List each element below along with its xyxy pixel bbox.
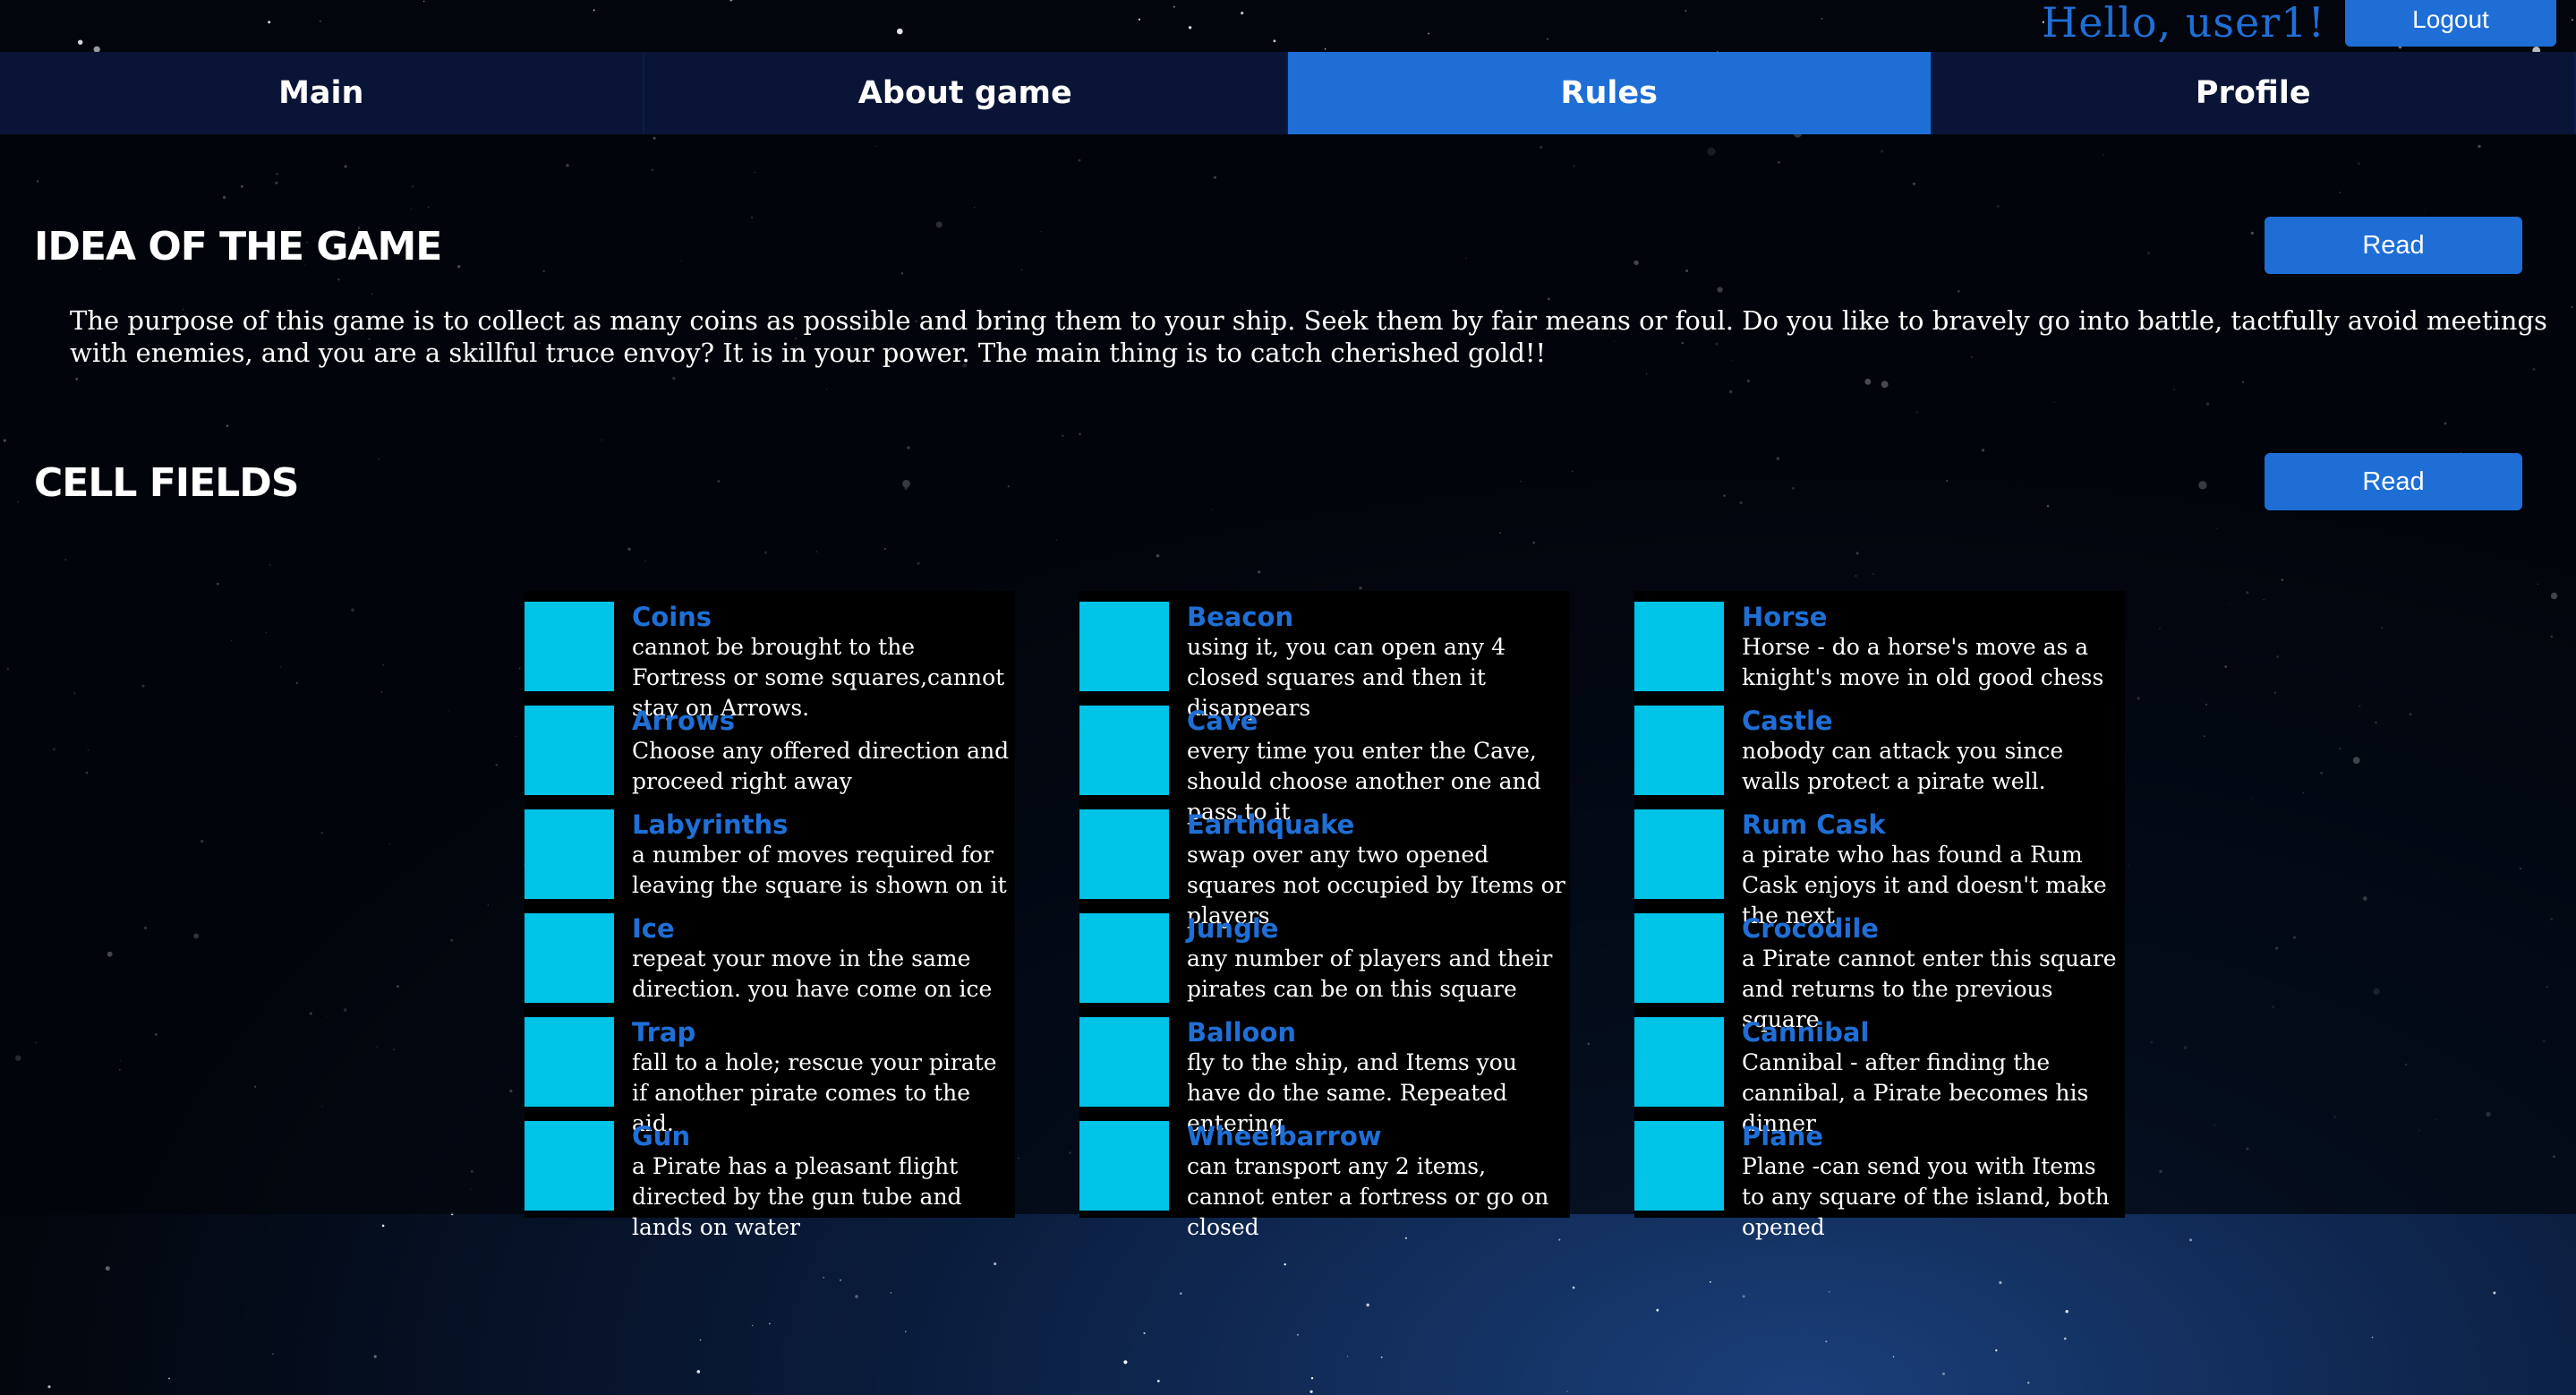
cell-item-coins: Coins cannot be brought to the Fortress o…: [525, 591, 1015, 721]
tab-about-game[interactable]: About game: [644, 52, 1288, 134]
cell-fields-grid: Coins cannot be brought to the Fortress o…: [525, 591, 2128, 1240]
cell-name: Cave: [1187, 706, 1258, 736]
cell-desc: any number of players and their pirates …: [1187, 946, 1553, 1002]
cell-item-crocodile: Crocodile a Pirate cannot enter this squa…: [1634, 903, 2125, 1032]
cell-swatch: [1634, 809, 1724, 899]
cell-item-earthquake: Earthquake swap over any two opened squar…: [1079, 799, 1570, 929]
cell-swatch: [1634, 1121, 1724, 1211]
idea-read-button[interactable]: Read: [2265, 217, 2522, 274]
user-greeting: Hello, user1!: [2042, 0, 2325, 47]
cell-item-jungle: Jungle any number of players and their pi…: [1079, 903, 1570, 1006]
cell-name: Plane: [1742, 1121, 1824, 1151]
cell-swatch: [525, 913, 614, 1003]
cell-swatch: [525, 809, 614, 899]
idea-section-header: IDEA OF THE GAME Read: [34, 217, 2549, 278]
cells-title: CELL FIELDS: [34, 460, 299, 506]
cell-name: Crocodile: [1742, 913, 1879, 944]
cell-swatch: [525, 1017, 614, 1107]
cell-name: Coins: [632, 602, 712, 632]
cell-name: Castle: [1742, 706, 1833, 736]
cell-swatch: [1079, 809, 1169, 899]
cell-swatch: [1634, 706, 1724, 795]
cell-swatch: [1079, 1017, 1169, 1107]
rules-content: IDEA OF THE GAME Read The purpose of thi…: [0, 134, 2576, 1240]
cell-item-cave: Cave every time you enter the Cave, shoul…: [1079, 695, 1570, 825]
cell-swatch: [525, 706, 614, 795]
cell-name: Ice: [632, 913, 675, 944]
cell-swatch: [1079, 706, 1169, 795]
cell-name: Earthquake: [1187, 809, 1355, 840]
cell-item-labyrinths: Labyrinths a number of moves required for…: [525, 799, 1015, 903]
logout-button[interactable]: Logout: [2345, 0, 2556, 47]
cell-swatch: [1079, 913, 1169, 1003]
idea-title: IDEA OF THE GAME: [34, 224, 442, 270]
cell-column-2: Beacon using it, you can open any 4 close…: [1079, 591, 1570, 1240]
cell-item-cannibal: Cannibal Cannibal - after finding the can…: [1634, 1006, 2125, 1136]
cell-name: Arrows: [632, 706, 736, 736]
cell-desc: a number of moves required for leaving t…: [632, 842, 1007, 898]
cell-desc: nobody can attack you since walls protec…: [1742, 738, 2064, 794]
cell-name: Labyrinths: [632, 809, 789, 840]
cell-item-plane: Plane Plane -can send you with Items to a…: [1634, 1110, 2125, 1240]
cells-read-button[interactable]: Read: [2265, 453, 2522, 510]
cell-swatch: [1079, 1121, 1169, 1211]
cell-desc: repeat your move in the same direction. …: [632, 946, 993, 1002]
cell-name: Wheelbarrow: [1187, 1121, 1382, 1151]
cell-column-3: Horse Horse - do a horse's move as a knig…: [1634, 591, 2125, 1240]
cell-name: Gun: [632, 1121, 691, 1151]
cell-desc: can transport any 2 items, cannot enter …: [1187, 1153, 1549, 1240]
cell-item-wheelbarrow: Wheelbarrow can transport any 2 items, ca…: [1079, 1110, 1570, 1240]
cell-name: Cannibal: [1742, 1017, 1870, 1048]
cell-item-rum-cask: Rum Cask a pirate who has found a Rum Cas…: [1634, 799, 2125, 929]
idea-text: The purpose of this game is to collect a…: [70, 305, 2547, 368]
cell-item-trap: Trap fall to a hole; rescue your pirate i…: [525, 1006, 1015, 1136]
tab-main[interactable]: Main: [0, 52, 644, 134]
cell-desc: Plane -can send you with Items to any sq…: [1742, 1153, 2110, 1240]
cell-swatch: [1634, 602, 1724, 691]
cell-name: Balloon: [1187, 1017, 1297, 1048]
cell-name: Jungle: [1187, 913, 1279, 944]
cell-desc: a Pirate has a pleasant flight directed …: [632, 1153, 962, 1240]
cell-item-balloon: Balloon fly to the ship, and Items you ha…: [1079, 1006, 1570, 1136]
cell-swatch: [525, 1121, 614, 1211]
main-nav: Main About game Rules Profile: [0, 52, 2576, 134]
cell-name: Trap: [632, 1017, 696, 1048]
cell-swatch: [525, 602, 614, 691]
cell-item-horse: Horse Horse - do a horse's move as a knig…: [1634, 591, 2125, 695]
cell-name: Rum Cask: [1742, 809, 1886, 840]
cell-item-arrows: Arrows Choose any offered direction and p…: [525, 695, 1015, 799]
cell-desc: Horse - do a horse's move as a knight's …: [1742, 634, 2104, 690]
cell-name: Horse: [1742, 602, 1828, 632]
top-bar: Hello, user1! Logout: [0, 0, 2576, 52]
cell-item-beacon: Beacon using it, you can open any 4 close…: [1079, 591, 1570, 721]
cell-swatch: [1634, 913, 1724, 1003]
cell-item-gun: Gun a Pirate has a pleasant flight direct…: [525, 1110, 1015, 1240]
cell-swatch: [1634, 1017, 1724, 1107]
tab-profile[interactable]: Profile: [1932, 52, 2576, 134]
cell-item-castle: Castle nobody can attack you since walls …: [1634, 695, 2125, 799]
cell-swatch: [1079, 602, 1169, 691]
cell-desc: Choose any offered direction and proceed…: [632, 738, 1010, 794]
cell-item-ice: Ice repeat your move in the same directio…: [525, 903, 1015, 1006]
cells-section-header: CELL FIELDS Read: [34, 453, 2549, 514]
tab-rules[interactable]: Rules: [1288, 52, 1932, 134]
cell-column-1: Coins cannot be brought to the Fortress o…: [525, 591, 1015, 1240]
cell-name: Beacon: [1187, 602, 1294, 632]
